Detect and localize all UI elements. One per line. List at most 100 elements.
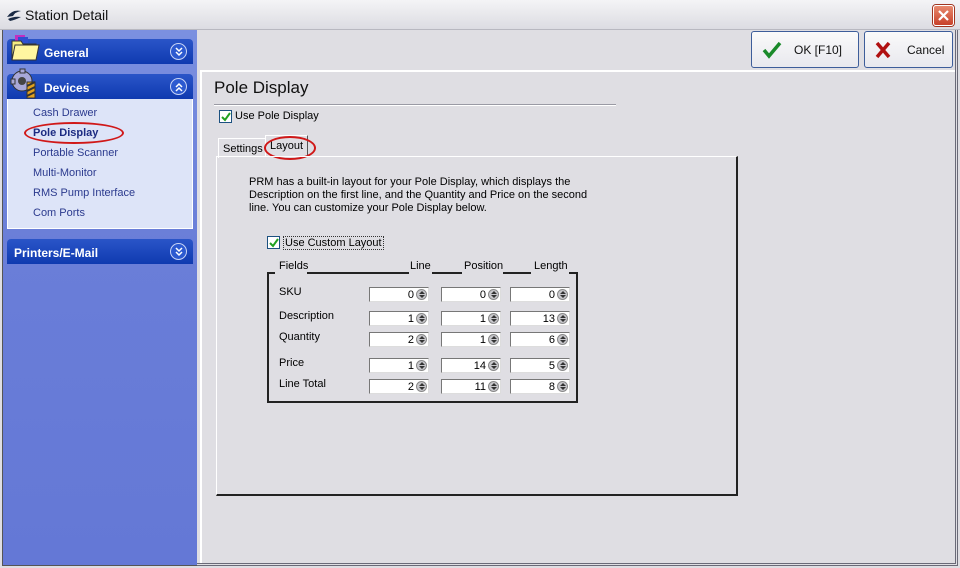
spin-arrows-icon[interactable] [416,334,427,345]
sidebar-group-label: General [44,46,89,60]
spin-arrows-icon[interactable] [557,289,568,300]
field-label: Price [279,357,305,369]
gear-device-icon [10,68,36,99]
title-divider [214,104,616,106]
group-border [432,272,462,274]
line-spinner[interactable]: 1 [369,358,429,373]
cancel-button[interactable]: Cancel [864,31,953,68]
devices-item-list: Cash Drawer Pole Display Portable Scanne… [7,99,193,229]
group-border [569,272,578,274]
length-value[interactable]: 8 [549,381,555,393]
position-spinner[interactable]: 11 [441,379,501,394]
line-spinner[interactable]: 2 [369,332,429,347]
spin-arrows-icon[interactable] [488,334,499,345]
window-title: Station Detail [25,7,109,23]
spin-arrows-icon[interactable] [557,360,568,371]
sidebar-item-portable-scanner[interactable]: Portable Scanner [33,147,118,159]
use-pole-display-checkbox[interactable] [219,110,232,123]
length-spinner[interactable]: 0 [510,287,570,302]
group-border [267,272,275,274]
length-spinner[interactable]: 5 [510,358,570,373]
page-title: Pole Display [214,78,309,97]
length-spinner[interactable]: 13 [510,311,570,326]
line-spinner[interactable]: 0 [369,287,429,302]
position-spinner[interactable]: 14 [441,358,501,373]
sidebar-group-devices[interactable]: Devices [7,68,193,99]
line-value[interactable]: 1 [408,360,414,372]
x-icon [875,41,891,59]
length-value[interactable]: 6 [549,334,555,346]
field-label: SKU [279,286,302,298]
spin-arrows-icon[interactable] [488,360,499,371]
field-label: Description [279,310,335,322]
tab-layout[interactable]: Layout [265,135,309,157]
expand-chevron-icon[interactable] [170,243,187,260]
close-icon [938,10,949,21]
spin-arrows-icon[interactable] [416,313,427,324]
column-header-length: Length [534,260,568,272]
sidebar-item-cash-drawer[interactable]: Cash Drawer [33,107,97,119]
field-label: Line Total [279,378,326,390]
spin-arrows-icon[interactable] [416,381,427,392]
checkmark-icon [762,41,782,59]
sidebar-item-rms-pump-interface[interactable]: RMS Pump Interface [33,187,135,199]
spin-arrows-icon[interactable] [488,381,499,392]
line-spinner[interactable]: 2 [369,379,429,394]
sidebar-group-label: Printers/E-Mail [14,246,99,260]
column-header-line: Line [410,260,431,272]
column-header-position: Position [464,260,504,272]
main-panel: OK [F10] Cancel Pole Display Use Pole Di… [197,30,958,566]
position-value[interactable]: 11 [475,381,486,393]
layout-description: PRM has a built-in layout for your Pole … [249,176,588,214]
length-value[interactable]: 0 [549,289,555,301]
spin-arrows-icon[interactable] [557,381,568,392]
sidebar-item-pole-display[interactable]: Pole Display [33,127,98,139]
line-spinner[interactable]: 1 [369,311,429,326]
line-value[interactable]: 1 [408,313,414,325]
position-spinner[interactable]: 1 [441,311,501,326]
length-spinner[interactable]: 6 [510,332,570,347]
ok-button-label: OK [F10] [794,43,843,57]
length-value[interactable]: 5 [549,360,555,372]
spin-arrows-icon[interactable] [557,313,568,324]
title-bar: Station Detail [0,0,960,30]
cancel-button-label: Cancel [907,43,945,57]
position-value[interactable]: 1 [480,334,486,346]
sidebar: General Devices Cash Drawer Pole Display… [2,30,197,566]
folder-icon [11,35,40,61]
position-spinner[interactable]: 0 [441,287,501,302]
line-value[interactable]: 2 [408,381,414,393]
sidebar-group-label: Devices [44,81,90,95]
ok-button[interactable]: OK [F10] [751,31,859,68]
position-spinner[interactable]: 1 [441,332,501,347]
position-value[interactable]: 14 [474,360,486,372]
position-value[interactable]: 1 [480,313,486,325]
spin-arrows-icon[interactable] [488,313,499,324]
spin-arrows-icon[interactable] [557,334,568,345]
spin-arrows-icon[interactable] [416,289,427,300]
checkmark-icon [269,238,279,248]
close-button[interactable] [933,5,954,26]
group-border [503,272,531,274]
length-value[interactable]: 13 [543,313,555,325]
spin-arrows-icon[interactable] [416,360,427,371]
position-value[interactable]: 0 [480,289,486,301]
use-custom-layout-label[interactable]: Use Custom Layout [283,236,384,250]
use-custom-layout-checkbox[interactable] [267,236,280,249]
line-value[interactable]: 2 [408,334,414,346]
line-value[interactable]: 0 [408,289,414,301]
app-logo-icon [7,10,21,21]
use-pole-display-label[interactable]: Use Pole Display [235,110,319,122]
group-border [307,272,409,274]
tab-settings[interactable]: Settings [218,138,267,158]
sidebar-item-com-ports[interactable]: Com Ports [33,207,85,219]
spin-arrows-icon[interactable] [488,289,499,300]
sidebar-item-multi-monitor[interactable]: Multi-Monitor [33,167,97,179]
sidebar-group-printers-email[interactable]: Printers/E-Mail [7,239,193,264]
expand-chevron-icon[interactable] [170,43,187,60]
checkmark-icon [221,112,231,122]
collapse-chevron-icon[interactable] [170,78,187,95]
field-label: Quantity [279,331,320,343]
length-spinner[interactable]: 8 [510,379,570,394]
sidebar-group-general[interactable]: General [7,35,193,64]
